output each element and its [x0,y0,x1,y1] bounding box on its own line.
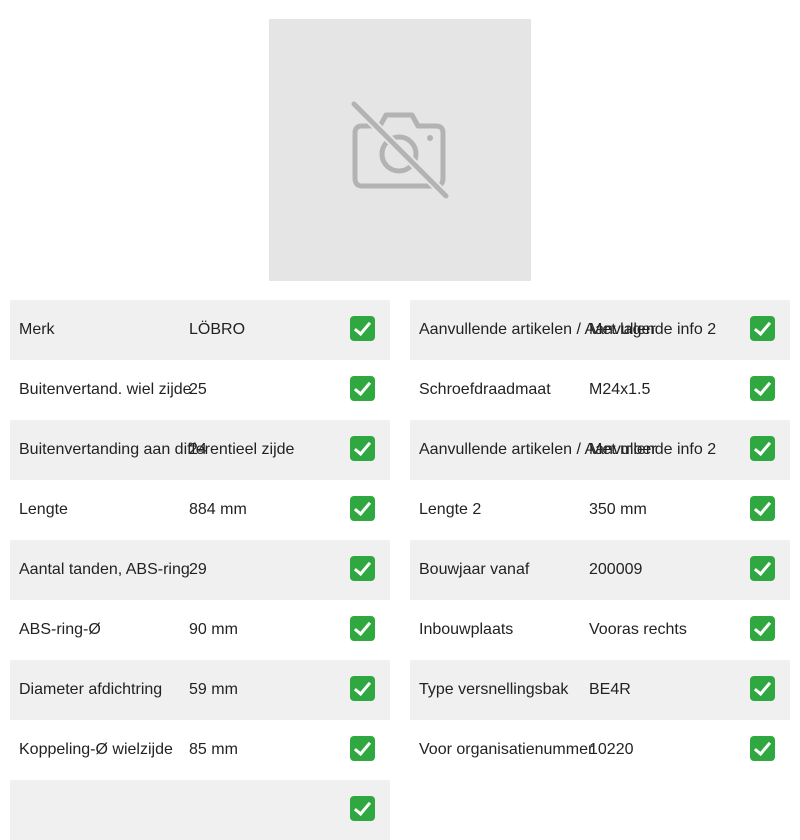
spec-row: Diameter afdichtring 59 mm [10,660,390,720]
spec-value: 24 [189,441,207,458]
spec-value: M24x1.5 [589,381,651,398]
check-mark-icon [750,616,775,641]
spec-value: 350 mm [589,501,647,518]
spec-label: Inbouwplaats [419,621,514,638]
spec-value: 59 mm [189,681,238,698]
spec-value: LÖBRO [189,321,246,338]
spec-label: Aanvullende artikelen / Aanvullende info… [419,441,717,458]
spec-value: 25 [189,381,207,398]
spec-label: Schroefdraadmaat [419,381,551,398]
check-mark-icon [350,556,375,581]
check-mark-icon [350,436,375,461]
spec-row: Buitenvertand. wiel zijde 25 [10,360,390,420]
check-mark-icon [750,316,775,341]
check-mark-icon [350,376,375,401]
spec-row: Type versnellingsbak BE4R [410,660,790,720]
spec-row: Schroefdraadmaat M24x1.5 [410,360,790,420]
spec-label: Lengte 2 [419,501,482,518]
check-mark-icon [750,676,775,701]
check-mark-icon [750,376,775,401]
spec-row: Aanvullende artikelen / Aanvullende info… [410,420,790,480]
spec-label: Buitenvertand. wiel zijde [19,381,192,398]
spec-value: 10220 [589,741,634,758]
spec-value: 85 mm [189,741,238,758]
check-mark-icon [750,736,775,761]
spec-label: Type versnellingsbak [419,681,569,698]
spec-row: ABS-ring-Ø 90 mm [10,600,390,660]
spec-row: Lengte 2 350 mm [410,480,790,540]
spec-label: Lengte [19,501,68,518]
spec-row: Buitenvertanding aan differentieel zijde… [10,420,390,480]
specs-table-right: Aanvullende artikelen / Aanvullende info… [410,300,790,780]
spec-value: Vooras rechts [589,621,687,638]
check-mark-icon [350,496,375,521]
spec-row: Inbouwplaats Vooras rechts [410,600,790,660]
spec-label: Aantal tanden, ABS-ring [19,561,190,578]
spec-value: 884 mm [189,501,247,518]
spec-row-partial [10,780,390,840]
spec-label: Merk [19,321,55,338]
spec-label: Diameter afdichtring [19,681,163,698]
check-mark-icon [350,316,375,341]
check-mark-icon [350,676,375,701]
check-mark-icon [350,616,375,641]
spec-value: 90 mm [189,621,238,638]
check-mark-icon [750,436,775,461]
spec-label: Aanvullende artikelen / Aanvullende info… [419,321,717,338]
spec-row: Merk LÖBRO [10,300,390,360]
spec-row: Lengte 884 mm [10,480,390,540]
spec-value: Met lager [589,321,656,338]
spec-label: Buitenvertanding aan differentieel zijde [19,441,295,458]
spec-label: Voor organisatienummer [419,741,594,758]
check-mark-icon [750,556,775,581]
spec-label: Bouwjaar vanaf [419,561,530,578]
spec-value: Met moer [589,441,657,458]
spec-row: Voor organisatienummer 10220 [410,720,790,780]
spec-label: Koppeling-Ø wielzijde [19,741,173,758]
camera-off-icon [350,100,450,200]
spec-row: Aantal tanden, ABS-ring 29 [10,540,390,600]
spec-value: 29 [189,561,207,578]
spec-row: Bouwjaar vanaf 200009 [410,540,790,600]
check-mark-icon [750,496,775,521]
spec-label: ABS-ring-Ø [19,621,101,638]
check-mark-icon [350,736,375,761]
spec-row: Aanvullende artikelen / Aanvullende info… [410,300,790,360]
product-image-placeholder [269,19,531,281]
specs-table-left: Merk LÖBRO Buitenvertand. wiel zijde 25 … [10,300,390,840]
spec-row: Koppeling-Ø wielzijde 85 mm [10,720,390,780]
spec-value: BE4R [589,681,631,698]
spec-value: 200009 [589,561,643,578]
